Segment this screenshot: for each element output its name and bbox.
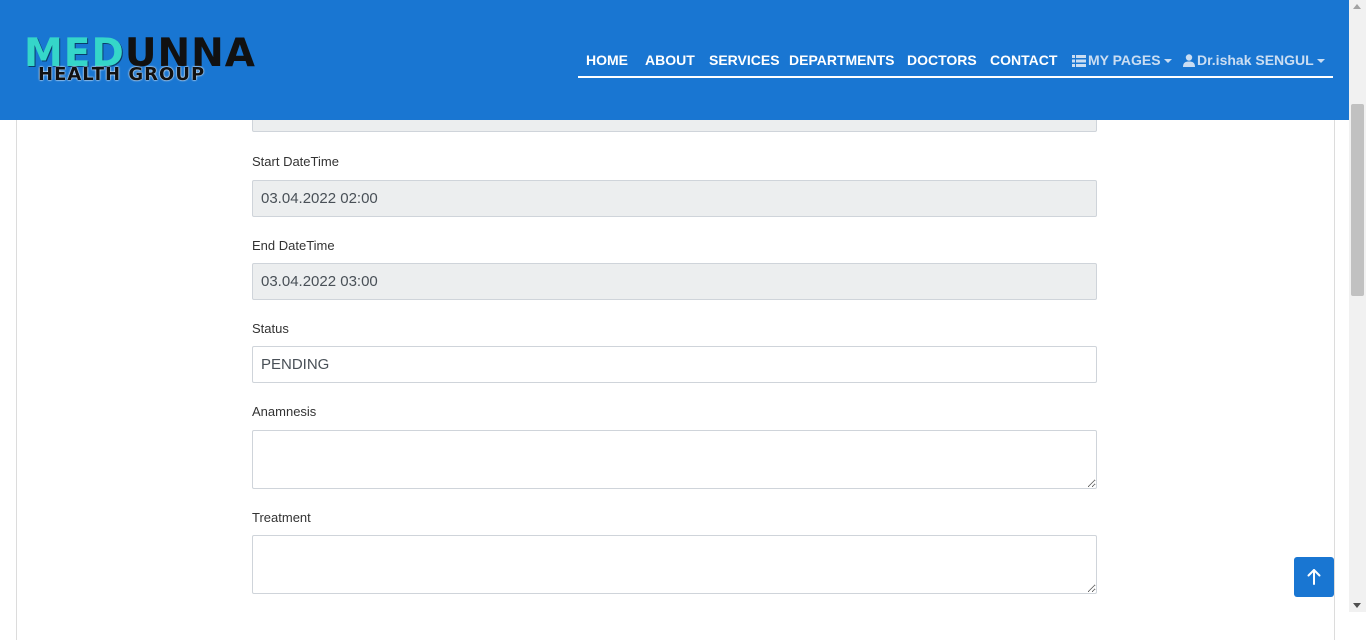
treatment-textarea[interactable]	[252, 535, 1097, 594]
chevron-down-icon	[1316, 59, 1325, 64]
status-label: Status	[252, 321, 289, 336]
end-datetime-field[interactable]: 03.04.2022 03:00	[252, 263, 1097, 300]
nav-contact[interactable]: CONTACT	[990, 50, 1057, 70]
nav-services[interactable]: SERVICES	[709, 50, 780, 70]
start-datetime-field[interactable]: 03.04.2022 02:00	[252, 180, 1097, 217]
my-pages-label: MY PAGES	[1088, 52, 1161, 68]
chevron-down-icon	[1163, 59, 1172, 64]
scroll-up-arrow-icon[interactable]	[1353, 4, 1361, 9]
nav-my-pages-dropdown[interactable]: MY PAGES	[1072, 50, 1172, 70]
back-to-top-button[interactable]	[1294, 557, 1334, 597]
scroll-down-arrow-icon[interactable]	[1353, 603, 1361, 608]
list-icon	[1072, 55, 1086, 67]
arrow-up-icon	[1307, 569, 1321, 585]
treatment-label: Treatment	[252, 510, 311, 525]
scroll-thumb[interactable]	[1351, 104, 1364, 296]
nav-doctors[interactable]: DOCTORS	[907, 50, 977, 70]
nav-about[interactable]: ABOUT	[645, 50, 695, 70]
page-scrollbar[interactable]	[1349, 0, 1366, 612]
anamnesis-textarea[interactable]	[252, 430, 1097, 489]
nav-departments[interactable]: DEPARTMENTS	[789, 50, 895, 70]
logo-subtitle: HEALTH GROUP	[38, 64, 206, 85]
end-datetime-label: End DateTime	[252, 238, 335, 253]
anamnesis-label: Anamnesis	[252, 404, 317, 419]
start-datetime-label: Start DateTime	[252, 154, 339, 169]
nav-home[interactable]: HOME	[586, 50, 628, 70]
main-nav: HOME ABOUT SERVICES DEPARTMENTS DOCTORS …	[578, 50, 1333, 78]
status-field[interactable]: PENDING	[252, 346, 1097, 383]
nav-user-dropdown[interactable]: Dr.ishak SENGUL	[1183, 50, 1325, 70]
user-icon	[1183, 54, 1195, 67]
user-name-label: Dr.ishak SENGUL	[1197, 52, 1314, 68]
top-navbar: MEDUNNA HEALTH GROUP HOME ABOUT SERVICES…	[0, 0, 1349, 120]
brand-logo[interactable]: MEDUNNA HEALTH GROUP	[24, 34, 316, 88]
